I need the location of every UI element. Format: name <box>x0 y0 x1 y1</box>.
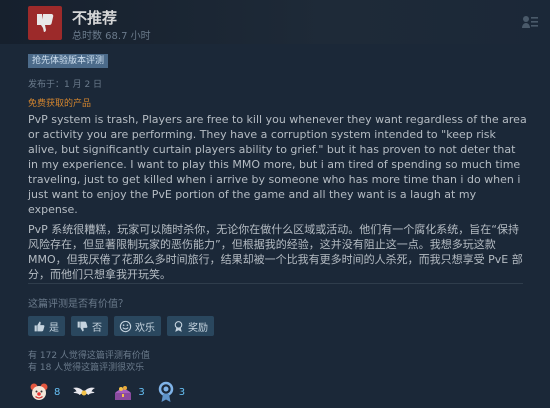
award-medal[interactable]: 3 <box>157 381 185 403</box>
vote-stats: 有 172 人觉得这篇评测有价值 有 18 人觉得这篇评测很欢乐 <box>28 350 150 374</box>
thumbs-down-icon <box>37 14 54 32</box>
review-header: 不推荐 总时数 68.7 小时 <box>0 0 550 44</box>
medal-award-icon <box>158 381 173 402</box>
awards-row: 8 3 3 <box>28 381 197 403</box>
review-body: PvP system is trash, Players are free to… <box>28 112 528 287</box>
vote-no-button[interactable]: 否 <box>71 316 108 336</box>
wings-award-icon <box>73 387 96 396</box>
more-options-icon[interactable] <box>521 13 539 31</box>
award-button[interactable]: 奖励 <box>167 316 214 336</box>
award-clown[interactable]: 8 <box>28 381 60 403</box>
award-medal-count: 3 <box>178 386 186 398</box>
award-label: 奖励 <box>188 322 208 334</box>
not-recommended-badge <box>28 6 62 40</box>
helpful-count: 有 172 人觉得这篇评测有价值 <box>28 351 150 361</box>
clown-award-icon <box>30 383 48 400</box>
vote-funny-button[interactable]: 欢乐 <box>114 316 161 336</box>
divider <box>28 283 523 284</box>
award-clown-count: 8 <box>54 386 61 398</box>
thumbs-up-icon <box>34 321 45 331</box>
vote-yes-button[interactable]: 是 <box>28 316 65 336</box>
posted-date: 发布于：1 月 2 日 <box>28 80 103 90</box>
verdict-title: 不推荐 <box>72 9 118 27</box>
vote-yes-label: 是 <box>49 322 59 334</box>
review-paragraph-english: PvP system is trash, Players are free to… <box>28 113 527 216</box>
playtime-hours: 总时数 68.7 小时 <box>72 31 151 42</box>
award-treasure[interactable]: 3 <box>112 381 145 403</box>
free-product-label: 免费获取的产品 <box>28 99 92 109</box>
vote-no-label: 否 <box>92 322 102 334</box>
helpful-question: 这篇评测是否有价值？ <box>28 299 128 310</box>
early-access-tag: 抢先体验版本评测 <box>28 54 109 68</box>
thumbs-down-icon <box>77 321 88 331</box>
smiley-icon <box>119 320 132 332</box>
funny-count: 有 18 人觉得这篇评测很欢乐 <box>28 363 145 373</box>
vote-funny-label: 欢乐 <box>135 322 155 334</box>
vote-buttons: 是 否 欢乐 奖励 <box>28 316 214 336</box>
award-treasure-count: 3 <box>138 386 145 398</box>
award-icon <box>174 320 183 332</box>
review-paragraph-chinese: PvP 系统很糟糕，玩家可以随时杀你，无论你在做什么区域或活动。他们有一个腐化系… <box>28 223 523 281</box>
treasure-award-icon <box>115 386 132 400</box>
award-wings[interactable] <box>72 381 100 403</box>
